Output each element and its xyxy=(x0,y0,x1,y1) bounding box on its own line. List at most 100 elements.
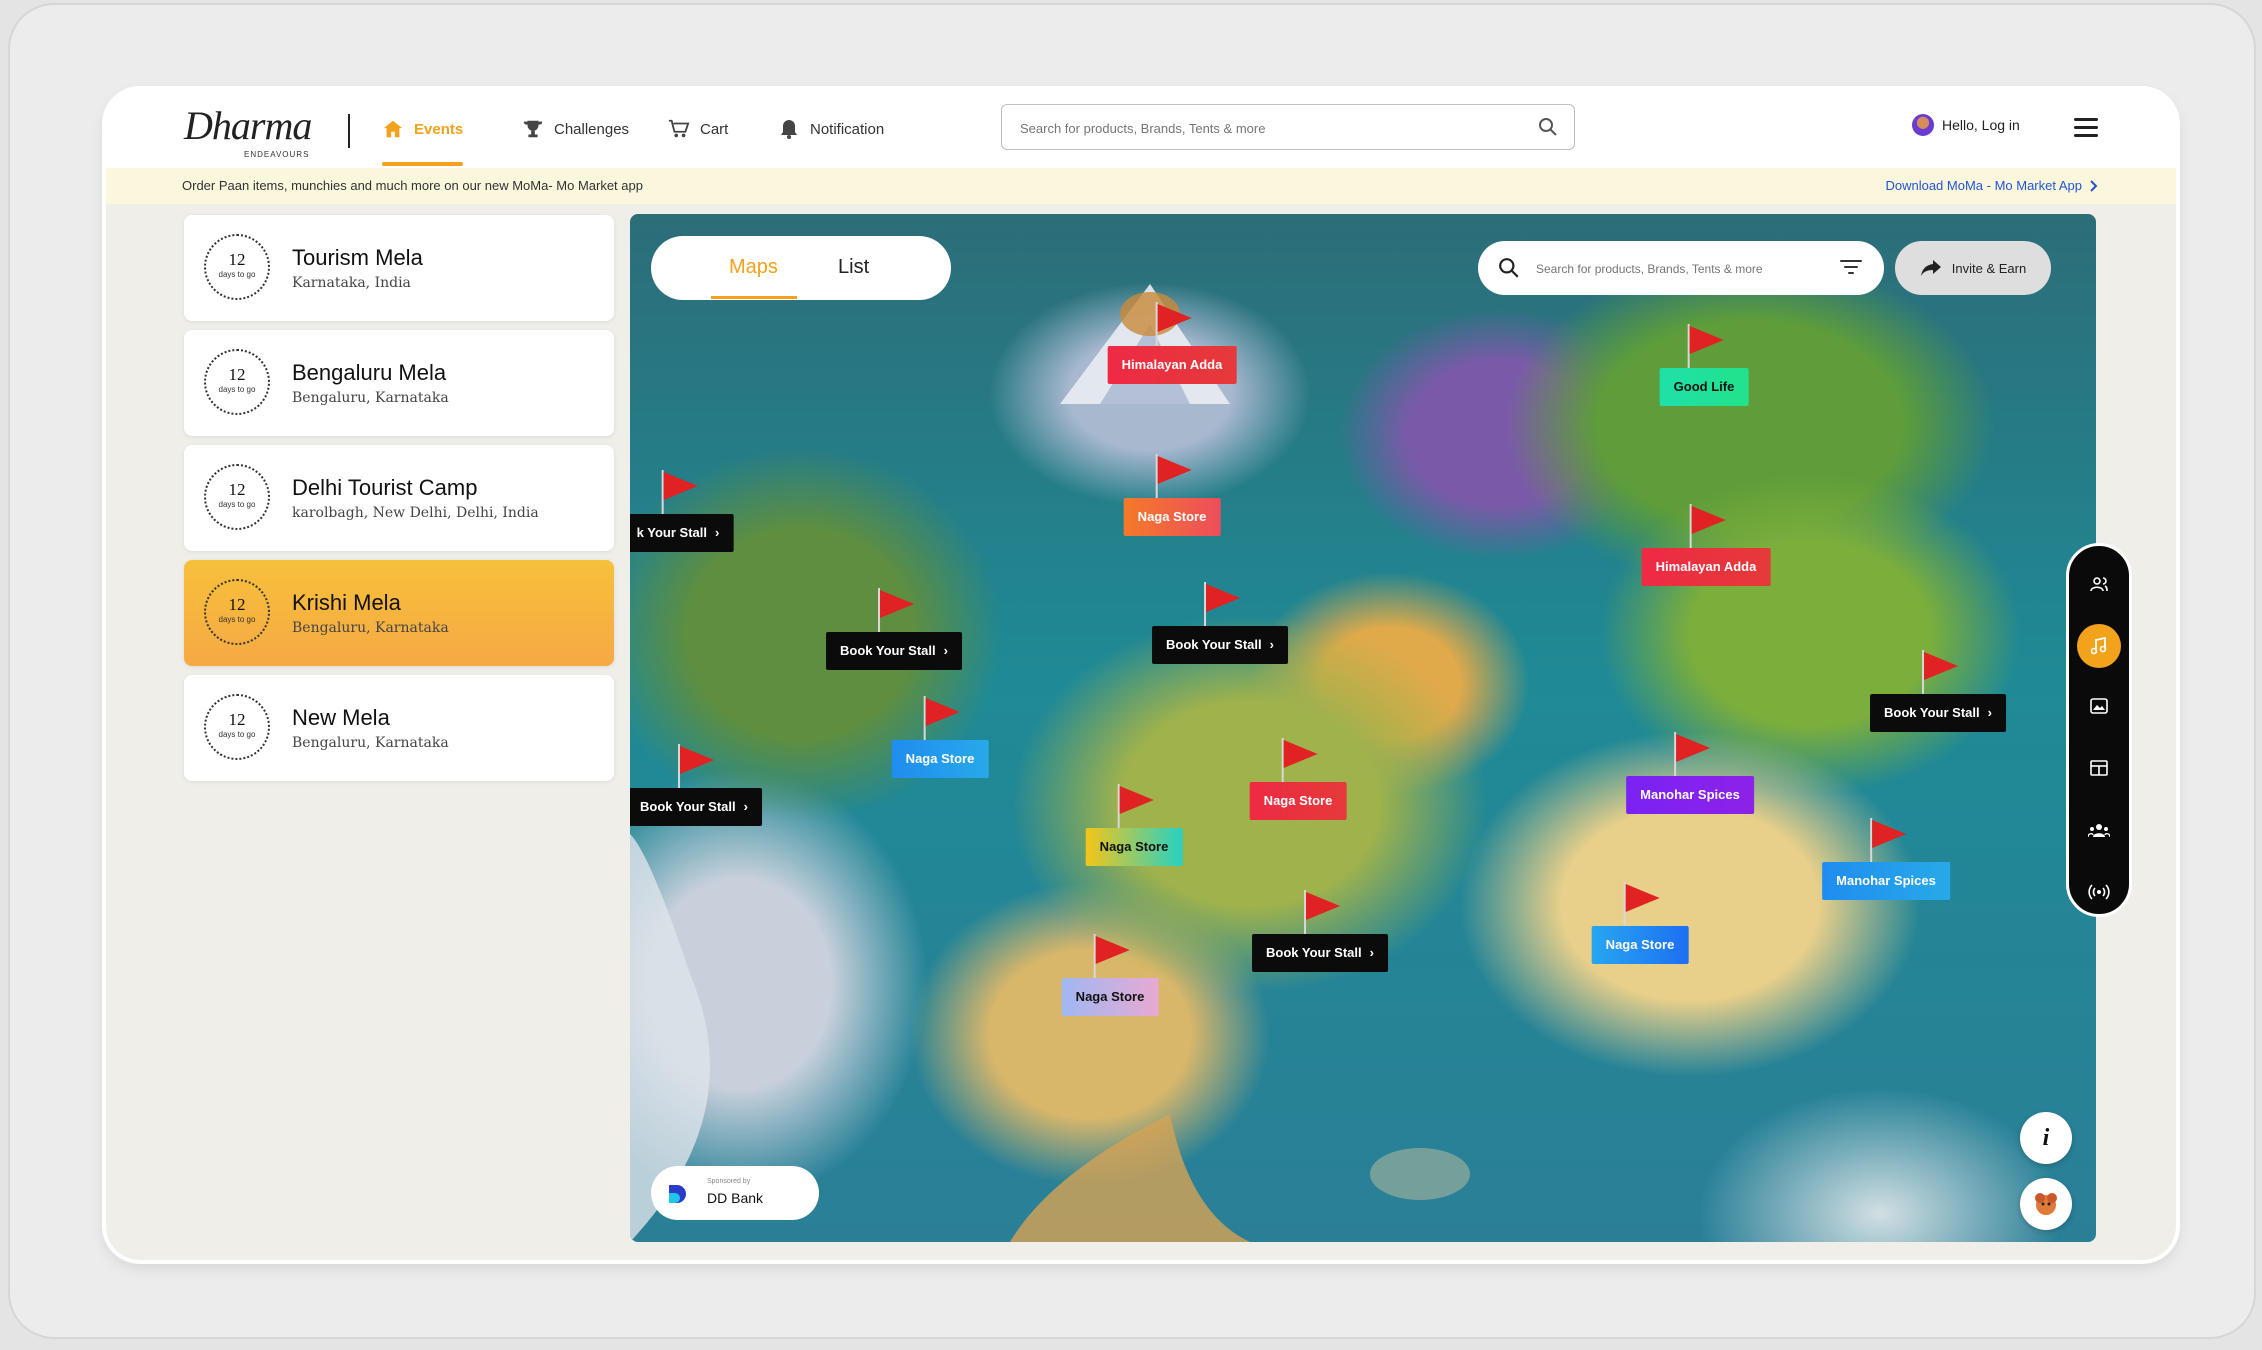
community-icon[interactable] xyxy=(2081,812,2117,848)
logo-wordmark: Dharma xyxy=(184,103,312,148)
map-pin-book-stall[interactable]: Book Your Stall › xyxy=(826,588,962,670)
days-count: 12 xyxy=(228,710,246,729)
menu-icon[interactable] xyxy=(2074,118,2098,138)
flag-icon xyxy=(1618,882,1662,926)
nav-events-label: Events xyxy=(414,120,464,138)
map-pin-naga-store[interactable]: Naga Store xyxy=(1249,738,1347,820)
sponsored-by-label: Sponsored by xyxy=(707,1178,751,1185)
pin-label: Naga Store xyxy=(1085,828,1183,866)
download-app-label: Download MoMa - Mo Market App xyxy=(1885,178,2082,193)
logo-divider xyxy=(348,114,350,148)
days-label: days to go xyxy=(218,270,256,279)
map-pin-manohar-spices[interactable]: Manohar Spices xyxy=(1822,818,1950,900)
view-toggle: Maps List xyxy=(651,236,951,300)
share-icon xyxy=(1920,260,1941,276)
nav-cart[interactable]: Cart xyxy=(668,90,728,168)
map-pin-naga-store[interactable]: Naga Store xyxy=(1591,882,1689,964)
invite-earn-button[interactable]: Invite & Earn xyxy=(1895,241,2051,295)
map-pin-naga-store[interactable]: Naga Store xyxy=(1123,454,1221,536)
map-pin-naga-store[interactable]: Naga Store xyxy=(891,696,989,778)
event-location: Bengaluru, Karnataka xyxy=(292,390,449,406)
map-search-input[interactable] xyxy=(1534,241,1828,297)
tab-maps[interactable]: Maps xyxy=(729,256,778,279)
map-pin-naga-store[interactable]: Naga Store xyxy=(1061,934,1159,1016)
promo-banner: Order Paan items, munchies and much more… xyxy=(106,168,2176,204)
user-group-icon[interactable] xyxy=(2081,566,2117,602)
nav-challenges[interactable]: Challenges xyxy=(522,90,629,168)
invite-earn-label: Invite & Earn xyxy=(1951,260,2027,276)
nav-notification[interactable]: Notification xyxy=(778,90,884,168)
pin-label: Good Life xyxy=(1659,368,1749,406)
map-pin-book-stall[interactable]: Book Your Stall › xyxy=(630,744,762,826)
event-title: New Mela xyxy=(292,705,390,730)
event-card-bengaluru-mela[interactable]: 12 days to go Bengaluru Mela Bengaluru, … xyxy=(184,330,614,436)
bank-logo-icon xyxy=(669,1185,686,1203)
flag-icon xyxy=(1864,818,1908,862)
image-icon[interactable] xyxy=(2081,688,2117,724)
pin-label: k Your Stall › xyxy=(630,514,734,552)
event-map[interactable]: Maps List Invite & Earn Himala xyxy=(630,214,2096,1242)
mascot-button[interactable] xyxy=(2020,1178,2072,1230)
side-toolbar xyxy=(2066,543,2132,917)
logo-tagline: ENDEAVOURS xyxy=(244,150,310,159)
tab-list[interactable]: List xyxy=(838,256,869,279)
days-count: 12 xyxy=(228,365,246,384)
flag-icon xyxy=(1150,454,1194,498)
trophy-icon xyxy=(522,118,544,140)
days-badge: 12 days to go xyxy=(204,349,270,415)
app-screen: Dharma ENDEAVOURS Events Challenges Cart… xyxy=(106,90,2176,1260)
banner-text: Order Paan items, munchies and much more… xyxy=(182,178,643,193)
info-button[interactable]: i xyxy=(2020,1112,2072,1164)
flag-icon xyxy=(1298,890,1342,934)
event-title: Bengaluru Mela xyxy=(292,360,447,385)
sponsor-badge[interactable]: Sponsored by DD Bank xyxy=(651,1166,819,1220)
search-icon[interactable] xyxy=(1498,257,1520,284)
map-pin-book-stall[interactable]: Book Your Stall › xyxy=(1252,890,1388,972)
home-icon xyxy=(382,118,404,140)
event-title: Delhi Tourist Camp xyxy=(292,475,478,500)
map-pin-book-stall[interactable]: k Your Stall › xyxy=(630,470,734,552)
pin-label: Manohar Spices xyxy=(1822,862,1950,900)
flag-icon xyxy=(1916,650,1960,694)
nav-events[interactable]: Events xyxy=(382,90,464,168)
layout-icon[interactable] xyxy=(2081,750,2117,786)
pin-label: Manohar Spices xyxy=(1626,776,1754,814)
top-header: Dharma ENDEAVOURS Events Challenges Cart… xyxy=(106,90,2176,168)
map-pin-naga-store[interactable]: Naga Store xyxy=(1085,784,1183,866)
flag-icon xyxy=(1150,302,1194,346)
broadcast-icon[interactable] xyxy=(2081,874,2117,910)
nav-challenges-label: Challenges xyxy=(554,120,630,138)
mascot-icon xyxy=(2035,1193,2057,1215)
map-pin-himalayan-adda[interactable]: Himalayan Adda xyxy=(1641,504,1771,586)
search-icon[interactable] xyxy=(1538,117,1558,142)
flag-icon xyxy=(1112,784,1156,828)
map-pin-himalayan-adda[interactable]: Himalayan Adda xyxy=(1107,302,1237,384)
map-pin-book-stall[interactable]: Book Your Stall › xyxy=(1152,582,1288,664)
map-pin-book-stall[interactable]: Book Your Stall › xyxy=(1870,650,2006,732)
info-icon: i xyxy=(2042,1124,2050,1151)
event-card-new-mela[interactable]: 12 days to go New Mela Bengaluru, Karnat… xyxy=(184,675,614,781)
pin-label: Naga Store xyxy=(1123,498,1221,536)
map-search xyxy=(1478,241,1884,297)
days-badge: 12 days to go xyxy=(204,694,270,760)
brand-logo[interactable]: Dharma ENDEAVOURS xyxy=(184,102,314,162)
event-card-tourism-mela[interactable]: 12 days to go Tourism Mela Karnataka, In… xyxy=(184,215,614,321)
pin-label: Naga Store xyxy=(1061,978,1159,1016)
event-card-krishi-mela[interactable]: 12 days to go Krishi Mela Bengaluru, Kar… xyxy=(184,560,614,666)
event-card-delhi-tourist-camp[interactable]: 12 days to go Delhi Tourist Camp karolba… xyxy=(184,445,614,551)
filter-icon[interactable] xyxy=(1840,260,1862,278)
download-app-link[interactable]: Download MoMa - Mo Market App xyxy=(1885,178,2098,193)
days-count: 12 xyxy=(228,480,246,499)
event-location: Bengaluru, Karnataka xyxy=(292,735,449,751)
map-pin-manohar-spices[interactable]: Manohar Spices xyxy=(1626,732,1754,814)
cart-icon xyxy=(668,118,690,140)
global-search-input[interactable] xyxy=(1018,105,1522,151)
music-icon[interactable] xyxy=(2077,624,2121,668)
days-badge: 12 days to go xyxy=(204,579,270,645)
days-badge: 12 days to go xyxy=(204,234,270,300)
map-pin-good-life[interactable]: Good Life xyxy=(1659,324,1749,406)
login-label: Hello, Log in xyxy=(1942,117,2020,133)
login-button[interactable]: Hello, Log in xyxy=(1912,114,2020,136)
device-frame: Dharma ENDEAVOURS Events Challenges Cart… xyxy=(8,3,2256,1339)
flag-icon xyxy=(1198,582,1242,626)
